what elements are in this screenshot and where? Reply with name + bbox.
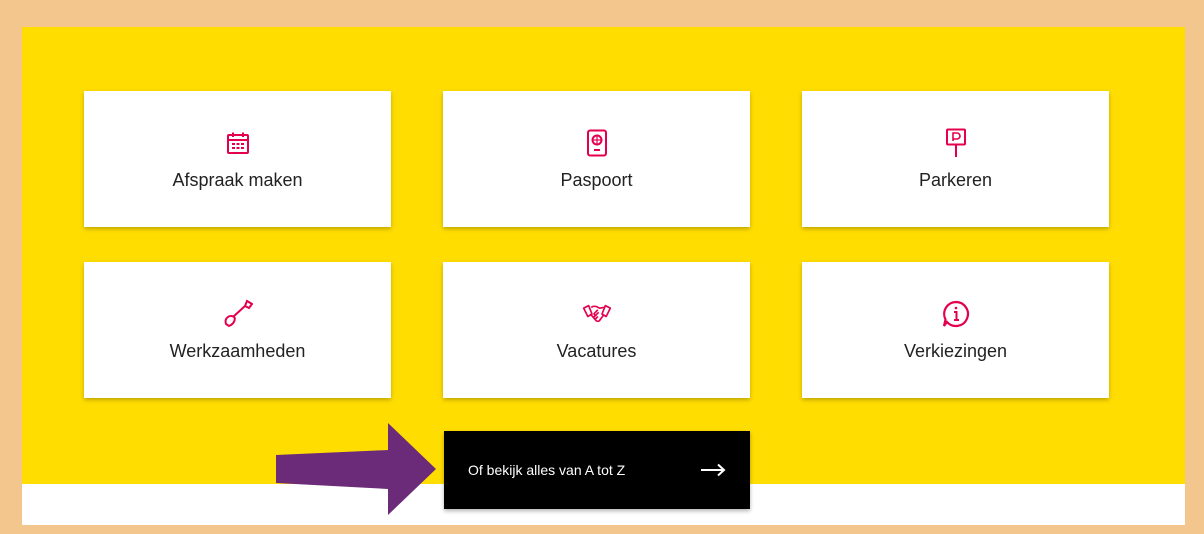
tile-label: Parkeren <box>918 169 993 190</box>
arrow-right-icon <box>700 463 726 477</box>
handshake-icon <box>582 299 612 329</box>
tile-label: Werkzaamheden <box>169 340 306 361</box>
purple-pointer-arrow <box>276 423 436 515</box>
tile-label: Paspoort <box>560 169 633 190</box>
passport-icon <box>582 128 612 158</box>
tile-vacatures[interactable]: Vacatures <box>443 262 750 398</box>
shovel-icon <box>223 299 253 329</box>
tile-paspoort[interactable]: Paspoort <box>443 91 750 227</box>
tile-verkiezingen[interactable]: Verkiezingen <box>802 262 1109 398</box>
tile-werkzaamheden[interactable]: Werkzaamheden <box>84 262 391 398</box>
tile-parkeren[interactable]: Parkeren <box>802 91 1109 227</box>
parking-sign-icon <box>941 128 971 158</box>
calendar-icon <box>223 128 253 158</box>
tile-afspraak-maken[interactable]: Afspraak maken <box>84 91 391 227</box>
tile-label: Afspraak maken <box>172 169 303 190</box>
a-to-z-button[interactable]: Of bekijk alles van A tot Z <box>444 431 750 509</box>
info-bubble-icon <box>941 299 971 329</box>
tile-label: Vacatures <box>556 340 637 361</box>
tile-label: Verkiezingen <box>903 340 1008 361</box>
a-to-z-button-label: Of bekijk alles van A tot Z <box>468 462 626 478</box>
